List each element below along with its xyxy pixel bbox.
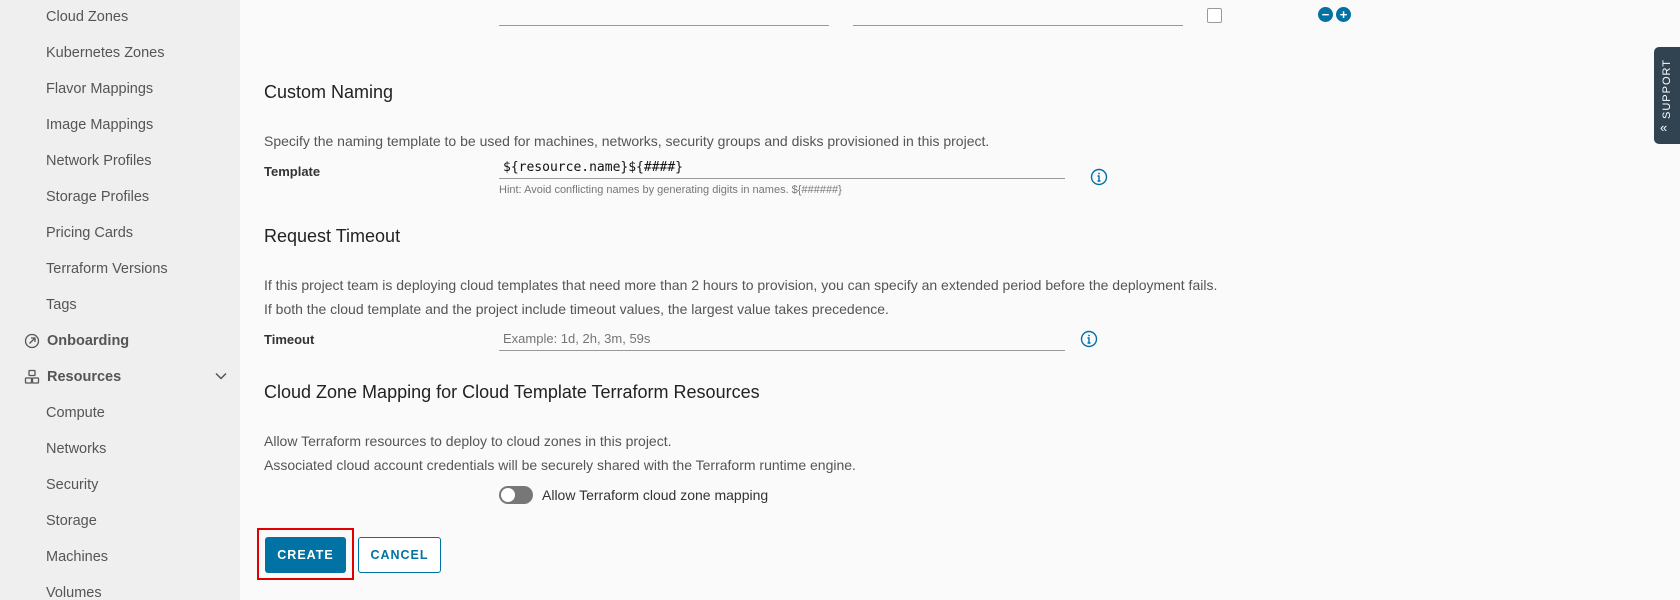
sidebar-section-onboarding[interactable]: Onboarding [24,332,129,350]
sidebar-item-machines[interactable]: Machines [46,548,108,566]
top-row-input-2[interactable] [853,6,1183,26]
sidebar-item-storage-profiles[interactable]: Storage Profiles [46,188,149,206]
sidebar-item-network-profiles[interactable]: Network Profiles [46,152,152,170]
template-input[interactable] [499,157,1065,179]
custom-naming-title: Custom Naming [264,82,394,102]
plus-icon: + [1339,7,1348,22]
resources-icon [24,369,40,384]
top-row-input-1[interactable] [499,6,829,26]
sidebar-item-storage[interactable]: Storage [46,512,97,530]
create-button[interactable]: CREATE [265,537,346,573]
terraform-mapping-description-1: Allow Terraform resources to deploy to c… [264,433,672,449]
sidebar-item-pricing-cards[interactable]: Pricing Cards [46,224,133,242]
sidebar-item-flavor-mappings[interactable]: Flavor Mappings [46,80,153,98]
timeout-label: Timeout [264,332,315,347]
terraform-mapping-toggle[interactable] [499,486,533,504]
sidebar-item-cloud-zones[interactable]: Cloud Zones [46,8,128,26]
main-content: − + Custom Naming Specify the naming tem… [240,0,1680,600]
sidebar-item-compute[interactable]: Compute [46,404,105,422]
sidebar-item-volumes[interactable]: Volumes [46,584,102,600]
sidebar: Cloud Zones Kubernetes Zones Flavor Mapp… [0,0,240,600]
terraform-mapping-description-2: Associated cloud account credentials wil… [264,457,856,473]
add-row-button[interactable]: + [1336,7,1351,22]
sidebar-item-tags[interactable]: Tags [46,296,77,314]
timeout-info-icon[interactable] [1080,330,1098,348]
template-hint: Hint: Avoid conflicting names by generat… [499,184,842,196]
request-timeout-description-2: If both the cloud template and the proje… [264,301,889,317]
sidebar-item-networks[interactable]: Networks [46,440,106,458]
double-chevron-left-icon: « [1660,120,1668,135]
request-timeout-title: Request Timeout [264,226,401,246]
support-tab[interactable]: SUPPORT « [1654,47,1680,144]
request-timeout-description-1: If this project team is deploying cloud … [264,277,1218,293]
timeout-input[interactable] [499,327,1065,351]
chevron-down-icon[interactable] [214,369,228,383]
top-row-checkbox[interactable] [1207,8,1222,23]
sidebar-item-image-mappings[interactable]: Image Mappings [46,116,153,134]
terraform-mapping-toggle-label: Allow Terraform cloud zone mapping [542,487,769,503]
onboarding-icon [24,333,40,349]
cancel-button[interactable]: CANCEL [358,537,441,573]
support-label: SUPPORT [1661,59,1673,119]
terraform-mapping-title: Cloud Zone Mapping for Cloud Template Te… [264,382,760,402]
sidebar-section-label: Onboarding [47,333,130,349]
sidebar-item-terraform-versions[interactable]: Terraform Versions [46,260,168,278]
sidebar-item-security[interactable]: Security [46,476,98,494]
sidebar-section-resources[interactable]: Resources [24,368,121,386]
template-label: Template [264,164,321,179]
minus-icon: − [1321,7,1330,22]
custom-naming-description: Specify the naming template to be used f… [264,133,990,149]
template-info-icon[interactable] [1090,168,1108,186]
sidebar-item-kubernetes-zones[interactable]: Kubernetes Zones [46,44,165,62]
sidebar-section-label: Resources [47,369,122,385]
remove-row-button[interactable]: − [1318,7,1333,22]
